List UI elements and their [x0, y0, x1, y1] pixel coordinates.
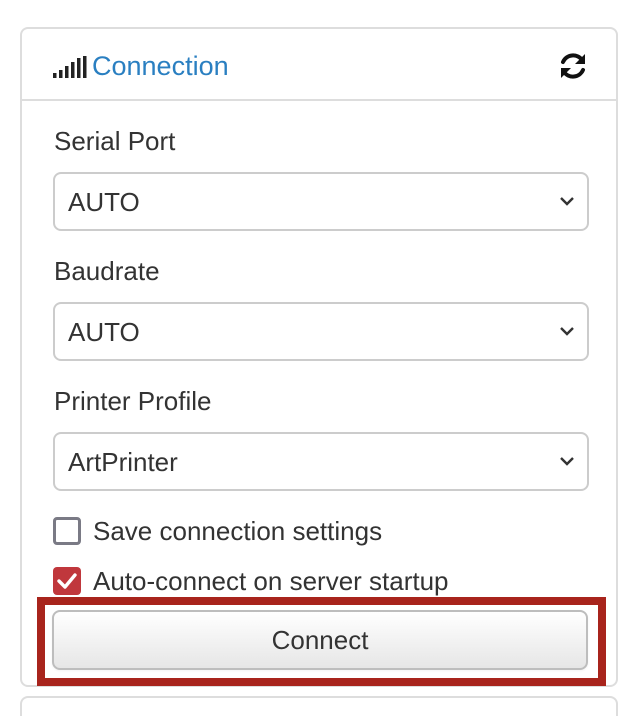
serial-port-value: AUTO	[68, 187, 140, 217]
chevron-down-icon	[560, 197, 574, 206]
printer-profile-select[interactable]: ArtPrinter	[53, 432, 589, 491]
checkmark-icon	[57, 573, 77, 589]
save-settings-label[interactable]: Save connection settings	[93, 516, 382, 546]
refresh-icon[interactable]	[558, 51, 588, 81]
auto-connect-checkbox[interactable]	[53, 567, 81, 595]
baudrate-label: Baudrate	[54, 256, 160, 286]
next-panel-edge	[20, 696, 618, 716]
serial-port-select[interactable]: AUTO	[53, 172, 589, 231]
serial-port-label: Serial Port	[54, 126, 176, 156]
baudrate-value: AUTO	[68, 317, 140, 347]
signal-icon	[53, 56, 87, 78]
connection-panel: Connection Serial Port AUTO Baudrate AUT…	[20, 27, 618, 687]
connect-button[interactable]: Connect	[52, 610, 588, 670]
panel-header: Connection	[22, 29, 616, 101]
panel-title[interactable]: Connection	[92, 50, 229, 82]
chevron-down-icon	[560, 327, 574, 336]
save-settings-checkbox[interactable]	[53, 517, 81, 545]
printer-profile-value: ArtPrinter	[68, 447, 178, 477]
baudrate-select[interactable]: AUTO	[53, 302, 589, 361]
auto-connect-label[interactable]: Auto-connect on server startup	[93, 566, 449, 596]
printer-profile-label: Printer Profile	[54, 386, 212, 416]
chevron-down-icon	[560, 457, 574, 466]
